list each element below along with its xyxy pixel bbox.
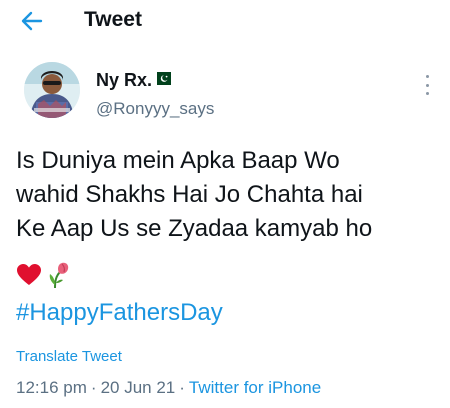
wilted-flower-emoji: [49, 262, 69, 289]
tweet-meta: 12:16 pm · 20 Jun 21 · Twitter for iPhone: [16, 378, 321, 398]
more-options-button[interactable]: [419, 72, 435, 98]
arrow-left-icon: [21, 11, 43, 31]
user-handle[interactable]: @Ronyyy_says: [96, 99, 214, 119]
tweet-date[interactable]: 20 Jun 21: [101, 378, 176, 397]
avatar[interactable]: [24, 62, 80, 118]
tweet-line: wahid Shakhs Hai Jo Chahta hai: [16, 181, 363, 208]
page-title: Tweet: [84, 8, 142, 31]
meta-separator: ·: [179, 378, 185, 397]
emoji-row: [16, 260, 72, 290]
display-name[interactable]: Ny Rx.: [96, 70, 152, 91]
red-heart-emoji: [17, 264, 41, 285]
more-dot-icon: [425, 75, 429, 78]
more-dot-icon: [425, 92, 429, 95]
translate-tweet-link[interactable]: Translate Tweet: [16, 348, 122, 365]
tweet-time[interactable]: 12:16 pm: [16, 378, 87, 397]
tweet-body: Is Duniya mein Apka Baap Wo wahid Shakhs…: [16, 144, 446, 246]
pakistan-flag-icon: [152, 72, 171, 85]
tweet-line: Is Duniya mein Apka Baap Wo: [16, 147, 340, 174]
more-dot-icon: [425, 83, 429, 87]
top-bar: Tweet: [0, 0, 450, 44]
tweet-source-link[interactable]: Twitter for iPhone: [189, 378, 321, 397]
avatar-image: [24, 62, 80, 118]
meta-separator: ·: [90, 378, 97, 397]
tweet-line: Ke Aap Us se Zyadaa kamyab ho: [16, 215, 373, 242]
back-button[interactable]: [14, 6, 50, 36]
hashtag-link[interactable]: #HappyFathersDay: [16, 296, 223, 330]
